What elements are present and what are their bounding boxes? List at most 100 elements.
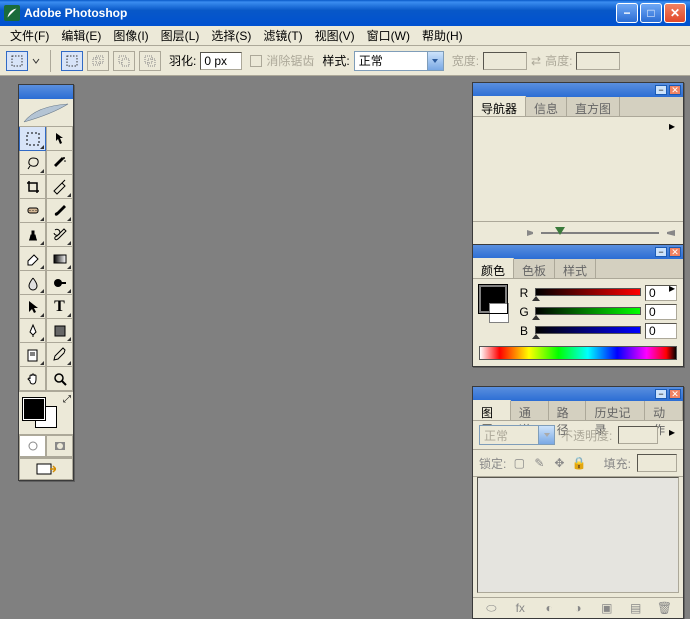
- delete-layer-icon[interactable]: 🗑: [656, 601, 672, 615]
- healing-brush-tool[interactable]: [19, 199, 46, 223]
- marquee-tool[interactable]: [19, 127, 46, 151]
- panel-menu-icon[interactable]: ▸: [665, 425, 679, 439]
- background-color-swatch[interactable]: [489, 303, 509, 323]
- selection-subtract-icon[interactable]: [113, 51, 135, 71]
- menu-view[interactable]: 视图(V): [309, 25, 361, 46]
- tab-layers[interactable]: 图层: [473, 400, 511, 420]
- lasso-tool[interactable]: [19, 151, 46, 175]
- zoom-tool[interactable]: [46, 367, 73, 391]
- eraser-tool[interactable]: [19, 247, 46, 271]
- style-label: 样式:: [322, 52, 349, 69]
- color-panel: − ✕ 颜色 色板 样式 ▸ R G: [472, 244, 684, 367]
- clone-stamp-tool[interactable]: [19, 223, 46, 247]
- layers-panel: − ✕ 图层 通道 路径 历史记录 动作 ▸ 正常 不透明度: 锁定: ▢ ✎ …: [472, 386, 684, 619]
- tab-actions[interactable]: 动作: [645, 401, 683, 420]
- panel-close-button[interactable]: ✕: [669, 85, 681, 95]
- tab-navigator[interactable]: 导航器: [473, 96, 526, 116]
- notes-tool[interactable]: [19, 343, 46, 367]
- panel-close-button[interactable]: ✕: [669, 247, 681, 257]
- selection-add-icon[interactable]: [87, 51, 109, 71]
- r-slider[interactable]: [535, 288, 641, 298]
- b-input[interactable]: [645, 323, 677, 339]
- path-selection-tool[interactable]: [19, 295, 46, 319]
- tab-color[interactable]: 颜色: [473, 258, 514, 278]
- menu-file[interactable]: 文件(F): [4, 25, 55, 46]
- menu-edit[interactable]: 编辑(E): [55, 25, 107, 46]
- foreground-color-swatch[interactable]: [23, 398, 45, 420]
- link-layers-icon[interactable]: ⬭: [483, 601, 499, 615]
- width-field: [483, 52, 527, 70]
- type-tool[interactable]: T: [46, 295, 73, 319]
- new-group-icon[interactable]: ▣: [599, 601, 615, 615]
- style-combo[interactable]: 正常: [354, 51, 444, 71]
- panel-drag-handle[interactable]: − ✕: [473, 245, 683, 259]
- brush-tool[interactable]: [46, 199, 73, 223]
- selection-intersect-icon[interactable]: [139, 51, 161, 71]
- tab-styles[interactable]: 样式: [555, 259, 596, 278]
- panel-minimize-button[interactable]: −: [655, 389, 667, 399]
- zoom-slider[interactable]: [541, 230, 659, 236]
- quickmask-mode-button[interactable]: [46, 435, 73, 457]
- dodge-tool[interactable]: [46, 271, 73, 295]
- marquee-tool-preset-icon[interactable]: [6, 51, 28, 71]
- chevron-down-icon[interactable]: [427, 52, 443, 70]
- new-layer-icon[interactable]: ▤: [628, 601, 644, 615]
- menu-layer[interactable]: 图层(L): [155, 25, 206, 46]
- tab-swatches[interactable]: 色板: [514, 259, 555, 278]
- minimize-button[interactable]: −: [616, 3, 638, 23]
- panel-close-button[interactable]: ✕: [669, 389, 681, 399]
- slice-tool[interactable]: [46, 175, 73, 199]
- menu-window[interactable]: 窗口(W): [361, 25, 416, 46]
- panel-menu-icon[interactable]: ▸: [665, 281, 679, 295]
- menu-image[interactable]: 图像(I): [107, 25, 154, 46]
- gradient-tool[interactable]: [46, 247, 73, 271]
- width-label: 宽度:: [452, 52, 479, 69]
- menu-select[interactable]: 选择(S): [205, 25, 257, 46]
- jump-to-button[interactable]: [19, 458, 73, 480]
- window-titlebar: Adobe Photoshop − □ ✕: [0, 0, 690, 26]
- tab-channels[interactable]: 通道: [511, 401, 549, 420]
- tab-paths[interactable]: 路径: [549, 401, 587, 420]
- layer-style-icon[interactable]: fx: [512, 601, 528, 615]
- hand-tool[interactable]: [19, 367, 46, 391]
- tab-history[interactable]: 历史记录: [586, 401, 645, 420]
- options-bar: 羽化: 消除锯齿 样式: 正常 宽度: ⇄ 高度:: [0, 46, 690, 76]
- menu-help[interactable]: 帮助(H): [416, 25, 469, 46]
- blur-tool[interactable]: [19, 271, 46, 295]
- shape-tool[interactable]: [46, 319, 73, 343]
- move-tool[interactable]: [46, 127, 73, 151]
- panel-minimize-button[interactable]: −: [655, 247, 667, 257]
- eyedropper-tool[interactable]: [46, 343, 73, 367]
- lock-label: 锁定:: [479, 455, 506, 472]
- history-brush-tool[interactable]: [46, 223, 73, 247]
- panel-drag-handle[interactable]: − ✕: [473, 387, 683, 401]
- crop-tool[interactable]: [19, 175, 46, 199]
- menu-filter[interactable]: 滤镜(T): [257, 25, 308, 46]
- standard-mode-button[interactable]: [19, 435, 46, 457]
- tab-histogram[interactable]: 直方图: [567, 97, 620, 116]
- magic-wand-tool[interactable]: [46, 151, 73, 175]
- panel-drag-handle[interactable]: − ✕: [473, 83, 683, 97]
- tab-info[interactable]: 信息: [526, 97, 567, 116]
- zoom-percent-field[interactable]: [479, 225, 519, 241]
- panel-drag-handle[interactable]: [19, 85, 73, 99]
- g-slider[interactable]: [535, 307, 641, 317]
- zoom-in-icon[interactable]: [665, 228, 677, 238]
- maximize-button[interactable]: □: [640, 3, 662, 23]
- feather-input[interactable]: [200, 52, 242, 70]
- b-slider[interactable]: [535, 326, 641, 336]
- color-spectrum[interactable]: [479, 346, 677, 360]
- panel-minimize-button[interactable]: −: [655, 85, 667, 95]
- g-input[interactable]: [645, 304, 677, 320]
- color-swatch-area: ⤢: [19, 391, 73, 434]
- layers-list[interactable]: [477, 477, 679, 593]
- pen-tool[interactable]: [19, 319, 46, 343]
- selection-new-icon[interactable]: [61, 51, 83, 71]
- adjustment-layer-icon[interactable]: ◑: [570, 601, 586, 615]
- swap-colors-icon[interactable]: ⤢: [63, 394, 71, 405]
- close-button[interactable]: ✕: [664, 3, 686, 23]
- panel-menu-icon[interactable]: ▸: [665, 119, 679, 133]
- zoom-out-icon[interactable]: [525, 228, 535, 238]
- chevron-down-icon[interactable]: [32, 57, 40, 65]
- layer-mask-icon[interactable]: ◐: [541, 601, 557, 615]
